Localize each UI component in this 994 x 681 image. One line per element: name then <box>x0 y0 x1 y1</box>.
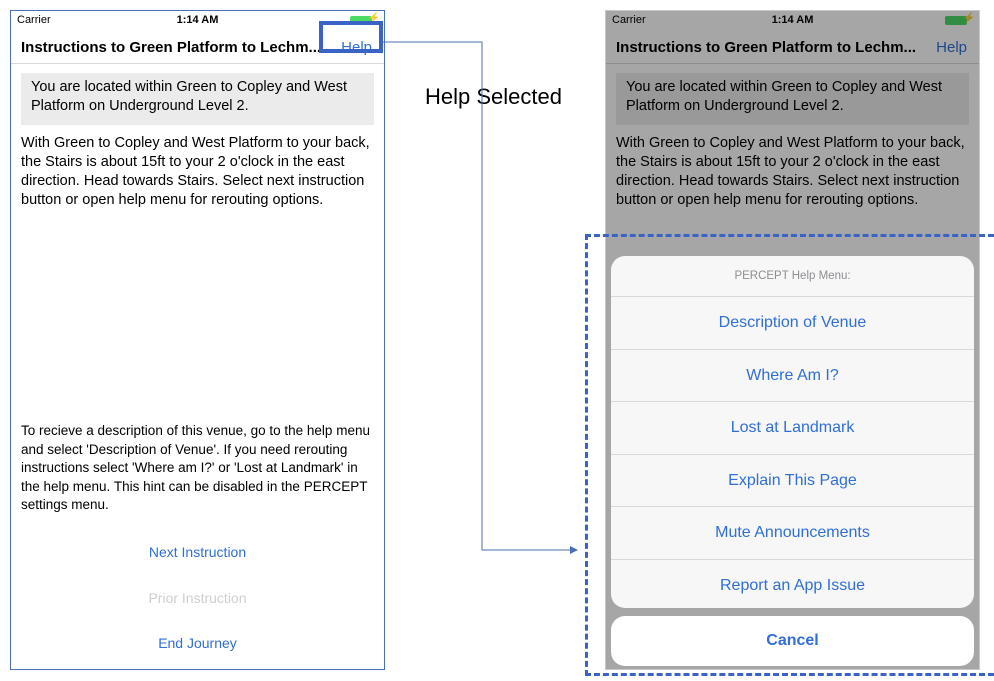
end-journey-button[interactable]: End Journey <box>11 635 384 651</box>
help-selected-annotation: Help Selected <box>425 84 562 109</box>
page-title: Instructions to Green Platform to Lechm.… <box>21 39 322 56</box>
help-selection-highlight <box>319 21 383 53</box>
prior-instruction-button[interactable]: Prior Instruction <box>11 590 384 606</box>
instruction-text: With Green to Copley and West Platform t… <box>21 135 370 208</box>
nav-divider <box>11 63 384 64</box>
phone-screen-before: Carrier 1:14 AM ⚡ Instructions to Green … <box>10 10 385 670</box>
next-instruction-button[interactable]: Next Instruction <box>11 544 384 560</box>
location-banner: You are located within Green to Copley a… <box>21 73 374 125</box>
menu-highlight-frame <box>585 234 994 676</box>
hint-text: To recieve a description of this venue, … <box>21 423 370 512</box>
